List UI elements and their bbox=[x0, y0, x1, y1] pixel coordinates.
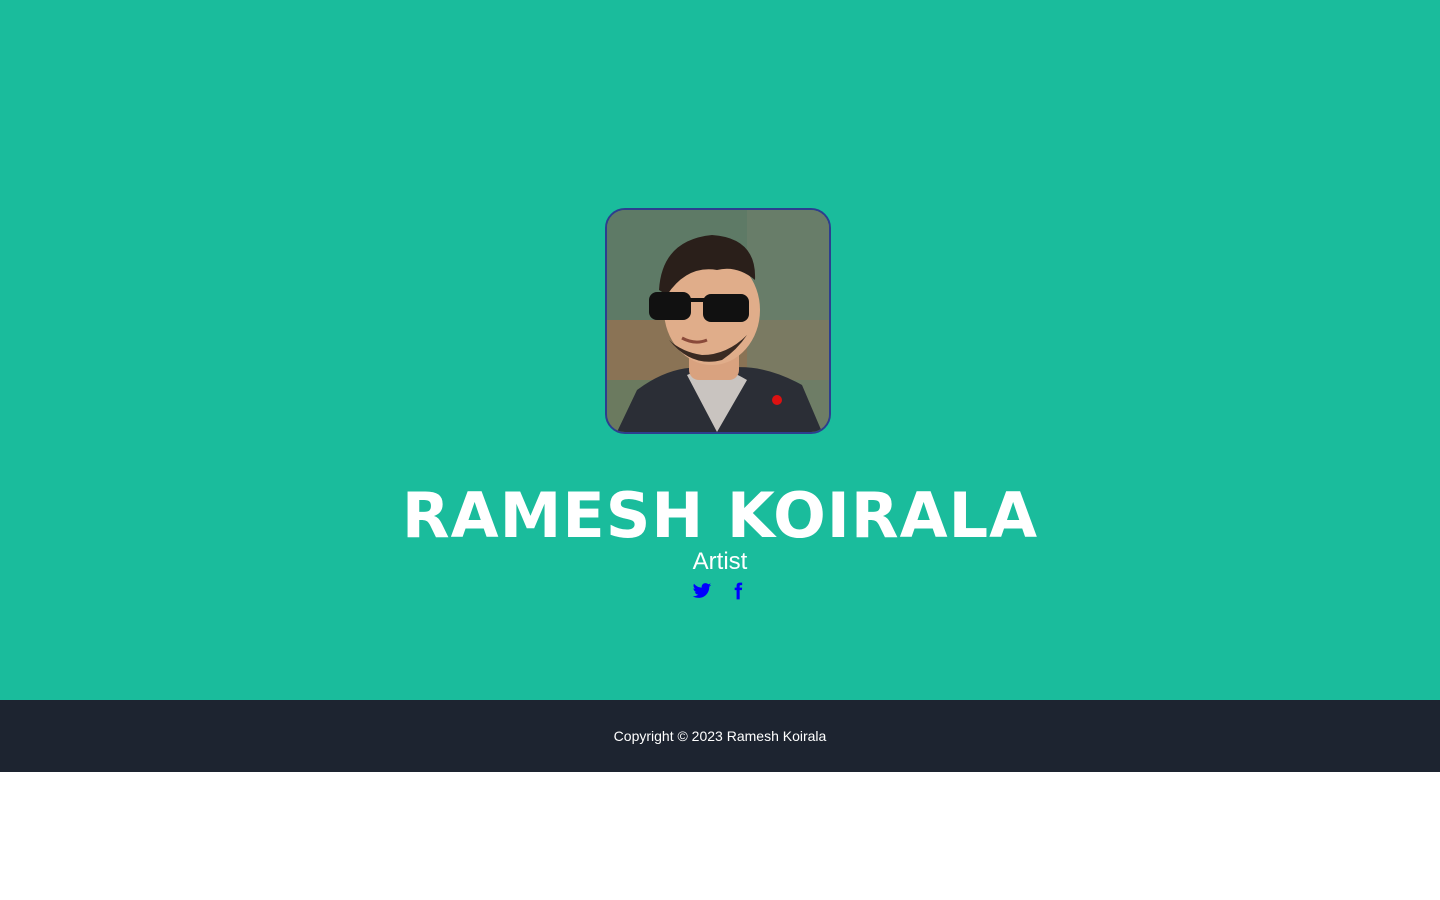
avatar bbox=[605, 208, 831, 434]
facebook-icon bbox=[734, 582, 743, 600]
profile-role: Artist bbox=[692, 548, 748, 575]
profile-name: RAMESH KOIRALA bbox=[401, 479, 1039, 552]
facebook-link[interactable] bbox=[728, 581, 748, 601]
twitter-link[interactable] bbox=[692, 581, 712, 601]
twitter-icon bbox=[692, 583, 712, 598]
social-links bbox=[0, 581, 1440, 601]
footer: Copyright © 2023 Ramesh Koirala bbox=[0, 700, 1440, 772]
profile-photo bbox=[607, 210, 829, 432]
copyright-text: Copyright © 2023 Ramesh Koirala bbox=[613, 728, 827, 744]
hero-section: RAMESH KOIRALA Artist bbox=[0, 0, 1440, 700]
